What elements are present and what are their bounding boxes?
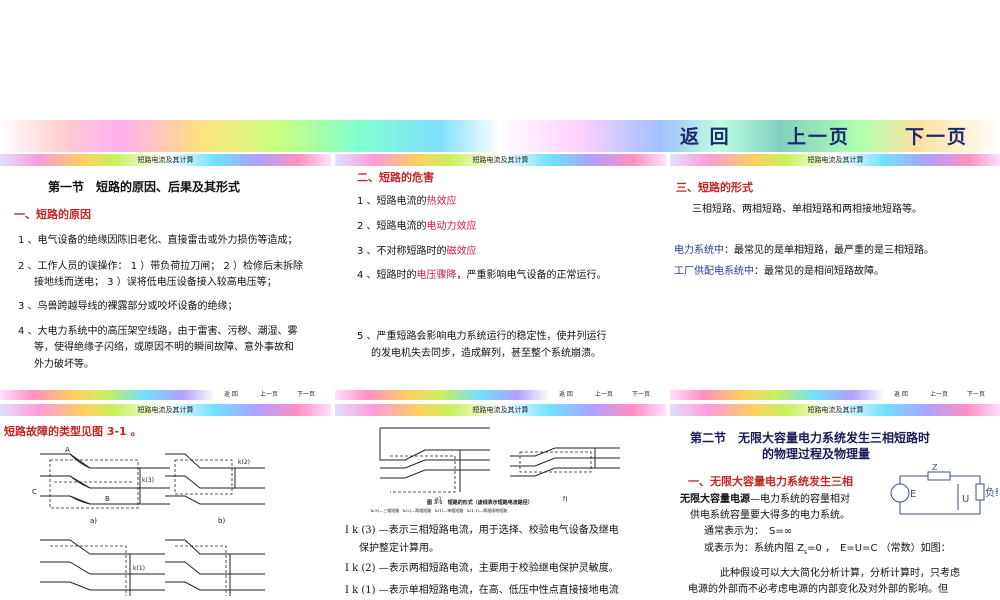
cause-item-4-line-2: 等，使得绝缘子闪络，或原因不明的瞬间故障、意外事故和 — [34, 342, 294, 353]
notation-line-1: 通常表示为： S=∞ — [704, 526, 793, 537]
hazard-item-3: 3 、不对称短路时的磁效应 — [357, 246, 477, 257]
infinite-source-definition-2: 供电系统容量要大得多的电力系统。 — [690, 510, 850, 521]
footer-prev-link[interactable]: 上一页 — [260, 390, 278, 400]
section-title: 第一节 短路的原因、后果及其形式 — [48, 180, 241, 194]
assumption-line-2: 电源的外部而不必考虑电源的内部变化及对外部的影响。但 — [688, 584, 948, 595]
fault-k2-label: k(2) — [238, 459, 250, 466]
footer-back-link[interactable]: 返 回 — [224, 390, 238, 400]
hazard-title: 二、短路的危害 — [357, 171, 434, 184]
slide-thumbnail-6[interactable]: 短路电流及其计算 第二节 无限大容量电力系统发生三相短路时 的物理过程及物理量 … — [670, 404, 1000, 600]
phase-a-label: A — [65, 446, 70, 454]
footer-prev-link[interactable]: 上一页 — [930, 390, 948, 400]
figure-subcaption: k(3)—三相短路 k(2)—两相短路 k(1)—单相短路 k(1,1)—两相接… — [371, 508, 508, 513]
load-label: 负载 — [985, 486, 998, 499]
notation-line-2: 或表示为：系统内阻 Zs=0 ， E=U=C （常数）如图： — [704, 543, 951, 556]
section-2-subtitle: 一、无限大容量电力系统发生三相 — [688, 475, 853, 488]
slide-header-title: 短路电流及其计算 — [472, 406, 529, 414]
fault-k3-label: k(3) — [142, 477, 154, 484]
nav-prev-button[interactable]: 上一页 — [787, 122, 850, 149]
form-line-2: 电力系统中：最常见的是单相短路，最严重的是三相短路。 — [674, 245, 934, 256]
assumption-line-1: 此种假设可以大大简化分析计算，分析计算时，只考虑 — [720, 568, 960, 579]
nav-next-button[interactable]: 下一页 — [905, 122, 968, 149]
cause-item-3: 3 、鸟兽跨越导线的裸露部分或咬坏设备的绝缘； — [18, 301, 238, 312]
footer-next-link[interactable]: 下一页 — [967, 390, 985, 400]
fault-diagram-f — [510, 447, 620, 477]
phase-b-label: B — [105, 495, 110, 503]
subsection-title: 一、短路的原因 — [14, 208, 91, 221]
cause-item-2-line-1: 2 、工作人员的误操作： 1 ）带负荷拉刀闸； 2 ）检修后未拆除 — [18, 261, 303, 272]
section-2-title-line-2: 的物理过程及物理量 — [762, 447, 871, 461]
hazard-item-1: 1 、短路电流的热效应 — [357, 196, 457, 207]
slide-footer: 返 回 上一页 下一页 — [335, 390, 666, 400]
slide-header-title: 短路电流及其计算 — [137, 406, 194, 414]
slide-header-title: 短路电流及其计算 — [807, 156, 864, 164]
hazard-item-4: 4 、短路时的电压骤降，严重影响电气设备的正常运行。 — [357, 270, 607, 281]
footer-back-link[interactable]: 返 回 — [559, 390, 573, 400]
slide-header-title: 短路电流及其计算 — [472, 156, 529, 164]
cause-item-4-line-1: 4 、大电力系统中的高压架空线路，由于雷害、污秽、潮湿、雾 — [18, 326, 298, 337]
cause-item-4-line-3: 外力破坏等。 — [34, 359, 94, 370]
form-line-1: 三相短路、两相短路、单相短路和两相接地短路等。 — [692, 204, 922, 215]
slide-thumbnail-1[interactable]: 短路电流及其计算 第一节 短路的原因、后果及其形式 一、短路的原因 1 、电气设… — [0, 154, 331, 400]
fig-a-label: a) — [90, 517, 98, 525]
hazard-item-2: 2 、短路电流的电动力效应 — [357, 221, 477, 232]
slide-header-title: 短路电流及其计算 — [137, 156, 194, 164]
figure-caption: 图 3-1 短路的形式（虚线表示短路电流路径） — [427, 500, 533, 506]
fault-diagram-b: k(2) — [165, 453, 265, 505]
emf-label: E — [910, 489, 916, 500]
fault-diagram-a: A C B k(3) — [32, 446, 170, 509]
voltage-label: U — [962, 494, 969, 505]
slide-thumbnail-4[interactable]: 短路电流及其计算 短路故障的类型见图 3-1 。 A C B k(3) a) k… — [0, 404, 331, 600]
nav-back-button[interactable]: 返 回 — [680, 122, 731, 149]
footer-next-link[interactable]: 下一页 — [297, 390, 315, 400]
slide-thumbnail-5[interactable]: 短路电流及其计算 e) f) 图 3-1 短路的形式（虚线表示短路电流路径） k… — [335, 404, 666, 600]
infinite-source-definition: 无限大容量电源—电力系统的容量相对 — [680, 494, 850, 505]
cause-item-2-line-2: 接地线而送电； 3 ）误将低电压设备接入较高电压等； — [34, 277, 277, 288]
top-blank-area — [0, 0, 1000, 120]
form-line-3: 工厂供配电系统中：最常见的是相间短路故障。 — [674, 266, 884, 277]
fault-diagram-d — [165, 539, 265, 596]
fault-types-title: 短路故障的类型见图 3-1 。 — [4, 425, 142, 438]
phase-c-label: C — [32, 488, 37, 496]
slide-thumbnail-2[interactable]: 短路电流及其计算 二、短路的危害 1 、短路电流的热效应 2 、短路电流的电动力… — [335, 154, 666, 400]
slide-footer: 返 回 上一页 下一页 — [670, 390, 1000, 400]
section-2-title-line-1: 第二节 无限大容量电力系统发生三相短路时 — [690, 431, 931, 445]
hazard-item-5-line-2: 的发电机失去同步，造成解列，甚至整个系统崩溃。 — [371, 348, 601, 359]
footer-next-link[interactable]: 下一页 — [632, 390, 650, 400]
fig-b-label: b) — [218, 517, 226, 525]
current-i1-line: I k (1) —表示单相短路电流，在高、低压中性点直接接地电流 — [345, 585, 619, 596]
cause-item-1: 1 、电气设备的绝缘因陈旧老化、直接雷击或外力损伤等造成； — [18, 235, 298, 246]
hazard-item-5-line-1: 5 、严重短路会影响电力系统运行的稳定性，使并列运行 — [357, 331, 607, 342]
slide-thumbnail-3[interactable]: 短路电流及其计算 三、短路的形式 三相短路、两相短路、单相短路和两相接地短路等。… — [670, 154, 1000, 400]
current-i3-line-1: I k (3) —表示三相短路电流，用于选择、校验电气设备及继电 — [345, 525, 619, 536]
infinite-source-circuit: Z E U 负载 — [890, 463, 998, 515]
fault-diagram-e — [379, 427, 490, 493]
slide-footer: 返 回 上一页 下一页 — [0, 390, 331, 400]
slide-header-title: 短路电流及其计算 — [807, 406, 864, 414]
current-i2-line: I k (2) —表示两相短路电流，主要用于校验继电保护灵敏度。 — [345, 563, 619, 574]
fault-k1-label: k(1) — [133, 565, 145, 572]
current-i3-line-2: 保护整定计算用。 — [359, 543, 439, 554]
impedance-label: Z — [932, 463, 938, 472]
fig-f-label: f) — [563, 496, 568, 503]
footer-prev-link[interactable]: 上一页 — [595, 390, 613, 400]
fault-diagram-c: k(1) — [40, 539, 165, 596]
form-title: 三、短路的形式 — [676, 181, 753, 194]
footer-back-link[interactable]: 返 回 — [894, 390, 908, 400]
